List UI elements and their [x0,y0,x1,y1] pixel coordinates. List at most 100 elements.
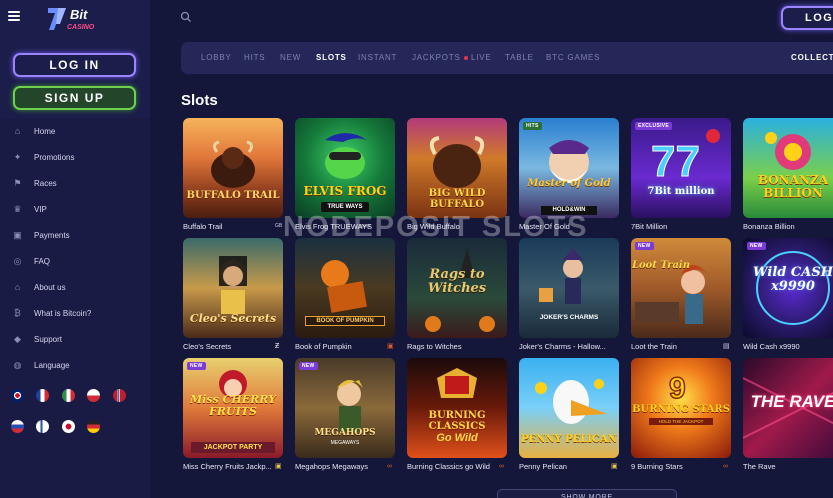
game-art-title: BURNING STARS [632,404,730,415]
flag-it-icon[interactable] [61,389,75,402]
game-art-title: Cleo's Secrets [189,312,277,325]
game-card[interactable]: BONANZA BILLION Bonanza Billion [743,118,833,231]
sidebar-item-about[interactable]: ⌂ About us [0,274,150,300]
game-card[interactable]: 9 BURNING STARS HOLD THE JACKPOT 9 Burni… [631,358,743,471]
game-art-title: BUFFALO TRAIL [186,190,280,201]
sidebar-item-label: Payments [34,230,70,240]
language-flags [11,389,141,451]
sidebar-item-support[interactable]: ◆ Support [0,326,150,352]
game-thumbnail[interactable]: THE RAVE [743,358,833,458]
flag-uk-icon[interactable] [11,389,24,402]
game-card[interactable]: THE RAVE The Rave [743,358,833,471]
game-thumbnail[interactable]: BOOK OF PUMPKIN [295,238,395,338]
show-more-button[interactable]: SHOW MORE [497,489,677,498]
game-thumbnail[interactable]: Cleo's Secrets [183,238,283,338]
tab-hits[interactable]: HITS [244,42,265,74]
game-thumbnail[interactable]: MEGAHOPS MEGAWAYS NEW [295,358,395,458]
sidebar-item-faq[interactable]: ◎ FAQ [0,248,150,274]
game-card[interactable]: BOOK OF PUMPKIN Book of Pumpkin ▣ [295,238,407,351]
game-thumbnail[interactable]: Loot Train NEW [631,238,731,338]
game-thumbnail[interactable]: PENNY PELICAN [519,358,619,458]
game-art-title: JOKER'S CHARMS [539,314,599,321]
game-card[interactable]: MEGAHOPS MEGAWAYS NEW Megahops Megaways … [295,358,407,471]
game-art-subtitle: JACKPOT PARTY [191,442,275,453]
wallet-icon: ▣ [13,229,22,240]
game-art-subtitle: HOLD THE JACKPOT [649,418,713,425]
game-card[interactable]: ELVIS FROG TRUE WAYS Elvis Frog TRUEWAYS [295,118,407,231]
game-name: Rags to Witches [407,342,462,351]
game-card[interactable]: Rags to Witches Rags to Witches [407,238,519,351]
sidebar-item-promotions[interactable]: ✦ Promotions [0,144,150,170]
game-card[interactable]: BUFFALO TRAIL Buffalo Trail GB [183,118,295,231]
signup-button[interactable]: SIGN UP [13,86,136,110]
provider-icon: ▣ [275,463,282,470]
tab-jackpots[interactable]: JACKPOTS [412,42,461,74]
game-thumbnail[interactable]: Master of Gold HOLD&WIN HITS [519,118,619,218]
game-thumbnail[interactable]: JOKER'S CHARMS [519,238,619,338]
sidebar-item-home[interactable]: ⌂ Home [0,118,150,144]
game-thumbnail[interactable]: 77 7Bit million EXCLUSIVE [631,118,731,218]
tab-table[interactable]: TABLE [505,42,534,74]
tab-collections[interactable]: COLLECTE [791,42,833,74]
game-card[interactable]: Master of Gold HOLD&WIN HITS Master Of G… [519,118,631,231]
game-name: Wild Cash x9990 [743,342,800,351]
home-icon: ⌂ [14,125,21,136]
flag-jp-icon[interactable] [61,420,75,433]
game-art-title: 7Bit million [647,186,715,197]
game-card[interactable]: 77 7Bit million EXCLUSIVE 7Bit Million [631,118,743,231]
tab-btc-games[interactable]: BTC GAMES [546,42,600,74]
tab-slots[interactable]: SLOTS [316,42,347,74]
game-thumbnail[interactable]: BIG WILD BUFFALO [407,118,507,218]
sidebar-item-label: Home [34,126,56,136]
game-art-title: BONANZA BILLION [757,173,829,200]
flag-de-icon[interactable] [87,420,101,433]
game-thumbnail[interactable]: Miss CHERRY FRUITS JACKPOT PARTY NEW [183,358,283,458]
sidebar-item-label: Language [34,360,70,370]
game-thumbnail[interactable]: BUFFALO TRAIL [183,118,283,218]
sidebar-item-vip[interactable]: ♛ VIP [0,196,150,222]
tab-instant[interactable]: INSTANT [358,42,397,74]
hamburger-menu-icon[interactable] [8,11,20,21]
sidebar-item-language[interactable]: ◍ Language [0,352,150,378]
search-icon[interactable] [180,10,192,22]
game-thumbnail[interactable]: Rags to Witches [407,238,507,338]
sidebar-item-bitcoin[interactable]: ₿ What is Bitcoin? [0,300,150,326]
game-card[interactable]: Loot Train NEW Loot the Train ▤ [631,238,743,351]
game-art-title: BOOK OF PUMPKIN [305,316,385,326]
flag-pl-icon[interactable] [87,389,101,402]
tab-new[interactable]: NEW [280,42,301,74]
game-badge: EXCLUSIVE [635,122,673,130]
sidebar-item-label: Promotions [34,152,75,162]
flag-no-icon[interactable] [112,389,126,402]
sidebar-item-payments[interactable]: ▣ Payments [0,222,150,248]
flag-fi-icon[interactable] [36,420,50,433]
game-card[interactable]: Cleo's Secrets Cleo's Secrets Ƶ [183,238,295,351]
tab-lobby[interactable]: LOBBY [201,42,232,74]
provider-icon: ∞ [499,463,504,470]
game-card[interactable]: Miss CHERRY FRUITS JACKPOT PARTY NEW Mis… [183,358,295,471]
game-card[interactable]: PENNY PELICAN Penny Pelican ▣ [519,358,631,471]
flag-ru-icon[interactable] [11,420,24,433]
game-thumbnail[interactable]: BONANZA BILLION [743,118,833,218]
sidebar-menu: ⌂ Home ✦ Promotions ⚑ Races ♛ VIP ▣ Payments … [0,118,150,378]
top-login-button[interactable]: LOG [781,6,833,30]
provider-icon: ▤ [723,343,730,350]
game-thumbnail[interactable]: BURNING CLASSICS Go Wild [407,358,507,458]
game-thumbnail[interactable]: 9 BURNING STARS HOLD THE JACKPOT [631,358,731,458]
game-thumbnail[interactable]: Wild CASH x9990 NEW [743,238,833,338]
tab-live[interactable]: LIVE [464,42,492,74]
game-thumbnail[interactable]: ELVIS FROG TRUE WAYS [295,118,395,218]
game-name: Bonanza Billion [743,222,795,231]
game-art-subtitle: MEGAWAYS [330,440,360,446]
crown-icon: ♛ [13,203,22,214]
site-logo[interactable]: Bit CASINO [44,2,104,36]
game-card[interactable]: BIG WILD BUFFALO Big Wild Buffalo [407,118,519,231]
flag-fr-icon[interactable] [36,389,50,402]
game-card[interactable]: JOKER'S CHARMS Joker's Charms - Hallow..… [519,238,631,351]
login-button[interactable]: LOG IN [13,53,136,77]
game-card[interactable]: Wild CASH x9990 NEW Wild Cash x9990 [743,238,833,351]
sidebar-item-label: Support [34,334,63,344]
game-name: 9 Burning Stars [631,462,683,471]
game-card[interactable]: BURNING CLASSICS Go Wild Burning Classic… [407,358,519,471]
sidebar-item-races[interactable]: ⚑ Races [0,170,150,196]
